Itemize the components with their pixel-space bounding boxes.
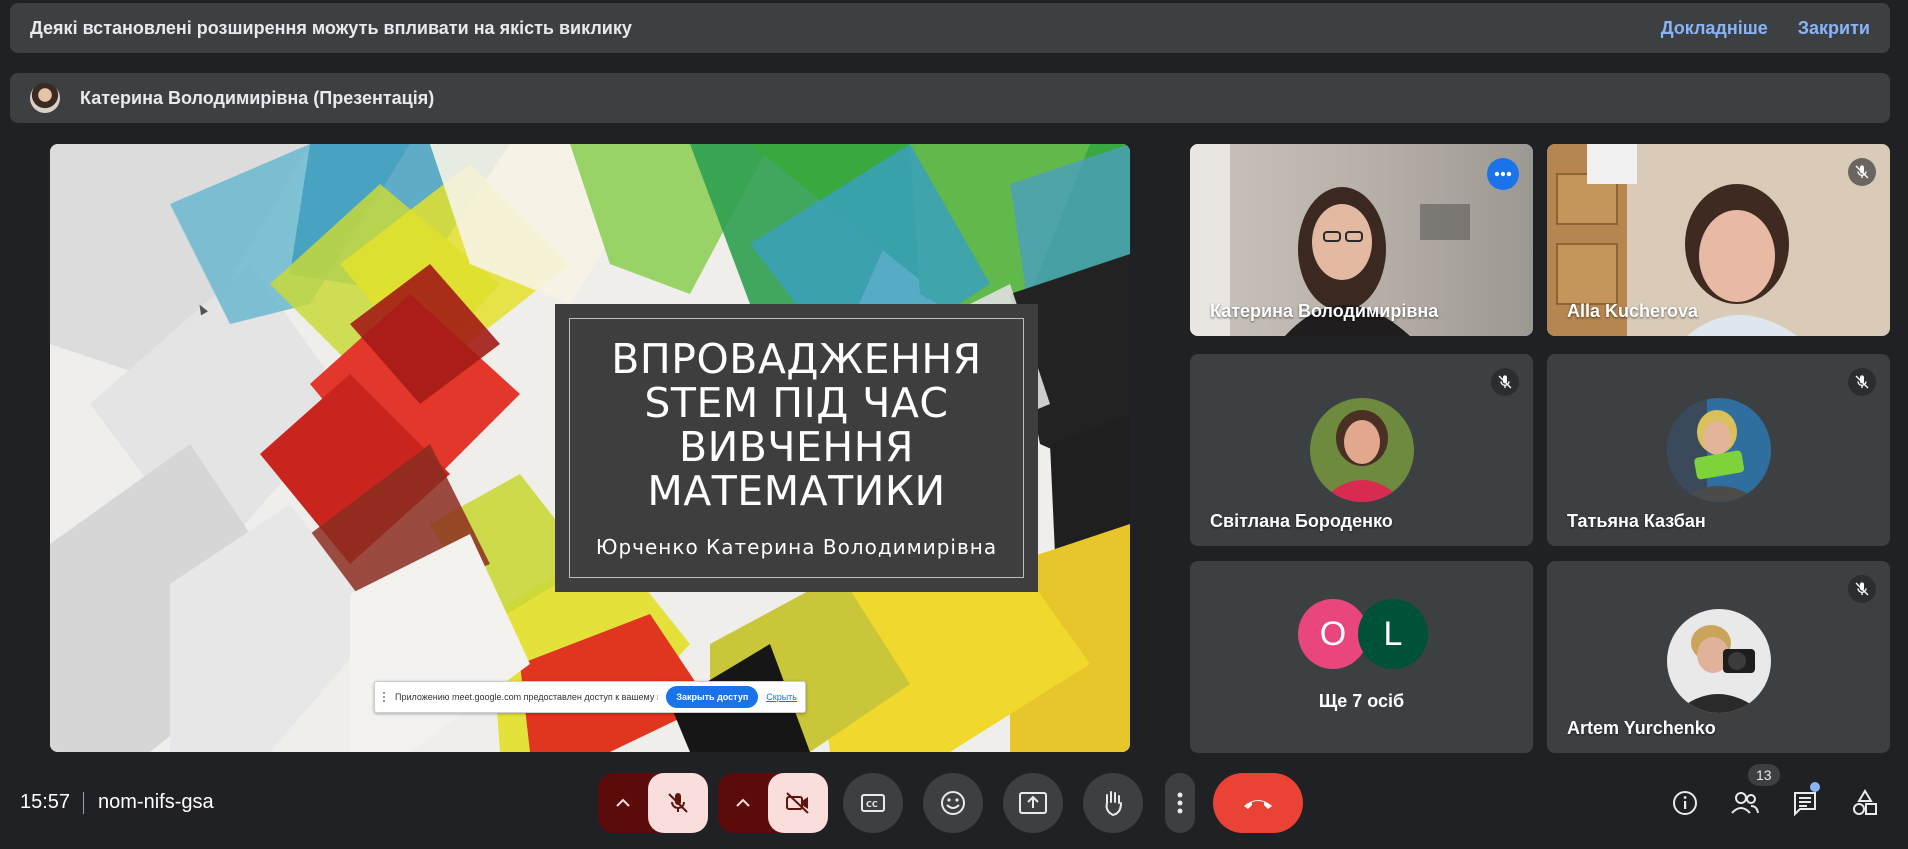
meeting-code: nom-nifs-gsa xyxy=(98,791,214,813)
others-count-label: Ще 7 осіб xyxy=(1318,691,1405,711)
participant-tile[interactable]: Татьяна Казбан xyxy=(1547,354,1890,546)
chat-notification-dot xyxy=(1810,782,1820,792)
emoji-icon xyxy=(941,791,965,815)
info-icon xyxy=(1673,791,1697,815)
participant-tile[interactable]: Світлана Бороденко xyxy=(1190,354,1533,546)
participant-name: Alla Kucherova xyxy=(1567,301,1699,321)
avatar: L xyxy=(1358,599,1428,669)
mic-toggle-button[interactable] xyxy=(648,773,708,833)
more-vert-icon xyxy=(1177,792,1183,814)
presenter-name: Катерина Володимирівна (Презентація) xyxy=(80,87,435,108)
mic-off-icon xyxy=(1848,575,1876,603)
people-count-badge: 13 xyxy=(1748,764,1780,786)
chat-button[interactable] xyxy=(1790,788,1820,818)
mic-off-icon xyxy=(1848,158,1876,186)
present-screen-icon xyxy=(1019,792,1047,814)
svg-text:CC: CC xyxy=(866,800,878,809)
present-button[interactable] xyxy=(1003,773,1063,833)
mic-off-icon xyxy=(668,793,688,813)
others-tile[interactable]: O L Ще 7 осіб xyxy=(1190,561,1533,753)
clock: 15:57 xyxy=(20,791,71,813)
slide-title: ВПРОВАДЖЕННЯ STEM ПІД ЧАС ВИВЧЕННЯ МАТЕМ… xyxy=(611,335,982,515)
people-icon xyxy=(1731,792,1759,814)
people-button[interactable] xyxy=(1730,788,1760,818)
activities-button[interactable] xyxy=(1850,788,1880,818)
mic-off-icon xyxy=(1491,368,1519,396)
closed-caption-icon: CC xyxy=(861,794,885,812)
camera-options-button[interactable] xyxy=(718,773,768,833)
slide-title-box: ВПРОВАДЖЕННЯ STEM ПІД ЧАС ВИВЧЕННЯ МАТЕМ… xyxy=(555,304,1038,592)
leave-call-button[interactable] xyxy=(1213,773,1303,833)
control-bar: 15:57 nom-nifs-gsa CC 13 xyxy=(0,764,1908,838)
participant-name: Катерина Володимирівна xyxy=(1210,301,1439,321)
camera-toggle-button[interactable] xyxy=(768,773,828,833)
participant-tile[interactable]: Катерина Володимирівна xyxy=(1190,144,1533,336)
chevron-up-icon xyxy=(616,798,630,807)
extension-warning-banner: Деякі встановлені розширення можуть впли… xyxy=(10,3,1890,53)
raise-hand-icon xyxy=(1105,791,1122,817)
stop-sharing-button[interactable]: Закрыть доступ xyxy=(666,686,759,708)
participant-tile[interactable]: Alla Kucherova xyxy=(1547,144,1890,336)
chat-icon xyxy=(1794,792,1816,816)
banner-message: Деякі встановлені розширення можуть впли… xyxy=(30,17,632,38)
share-notice-text: Приложению meet.google.com предоставлен … xyxy=(395,692,659,702)
divider xyxy=(83,792,84,814)
mic-options-button[interactable] xyxy=(598,773,648,833)
screen-share-notice: Приложению meet.google.com предоставлен … xyxy=(374,681,806,713)
slide-subtitle: Юрченко Катерина Володимирівна xyxy=(595,535,998,559)
meeting-info-button[interactable] xyxy=(1670,788,1700,818)
participant-name: Світлана Бороденко xyxy=(1210,511,1393,531)
participant-tile[interactable]: Artem Yurchenko xyxy=(1547,561,1890,753)
camera-control-group xyxy=(718,773,828,833)
videocam-off-icon xyxy=(786,792,809,814)
avatar xyxy=(1666,609,1771,713)
presenter-avatar xyxy=(30,83,60,113)
shared-screen: ВПРОВАДЖЕННЯ STEM ПІД ЧАС ВИВЧЕННЯ МАТЕМ… xyxy=(50,144,1130,752)
drag-handle-icon[interactable] xyxy=(383,692,389,702)
mic-off-icon xyxy=(1848,368,1876,396)
avatar xyxy=(1666,398,1771,502)
more-options-button[interactable] xyxy=(1165,773,1195,833)
reactions-button[interactable] xyxy=(923,773,983,833)
raise-hand-button[interactable] xyxy=(1083,773,1143,833)
mic-control-group xyxy=(598,773,708,833)
captions-button[interactable]: CC xyxy=(843,773,903,833)
participant-name: Artem Yurchenko xyxy=(1567,718,1716,738)
participant-name: Татьяна Казбан xyxy=(1567,511,1706,531)
presenter-bar: Катерина Володимирівна (Презентація) xyxy=(10,73,1890,123)
chevron-up-icon xyxy=(736,798,750,807)
activities-icon xyxy=(1853,789,1877,815)
close-banner-link[interactable]: Закрити xyxy=(1798,18,1870,39)
more-options-icon[interactable] xyxy=(1487,158,1519,190)
avatar xyxy=(1309,398,1414,502)
hide-notice-link[interactable]: Скрыть xyxy=(766,692,797,702)
learn-more-link[interactable]: Докладніше xyxy=(1661,18,1768,39)
call-end-icon xyxy=(1244,800,1272,809)
meet-window: Деякі встановлені розширення можуть впли… xyxy=(0,0,1908,849)
